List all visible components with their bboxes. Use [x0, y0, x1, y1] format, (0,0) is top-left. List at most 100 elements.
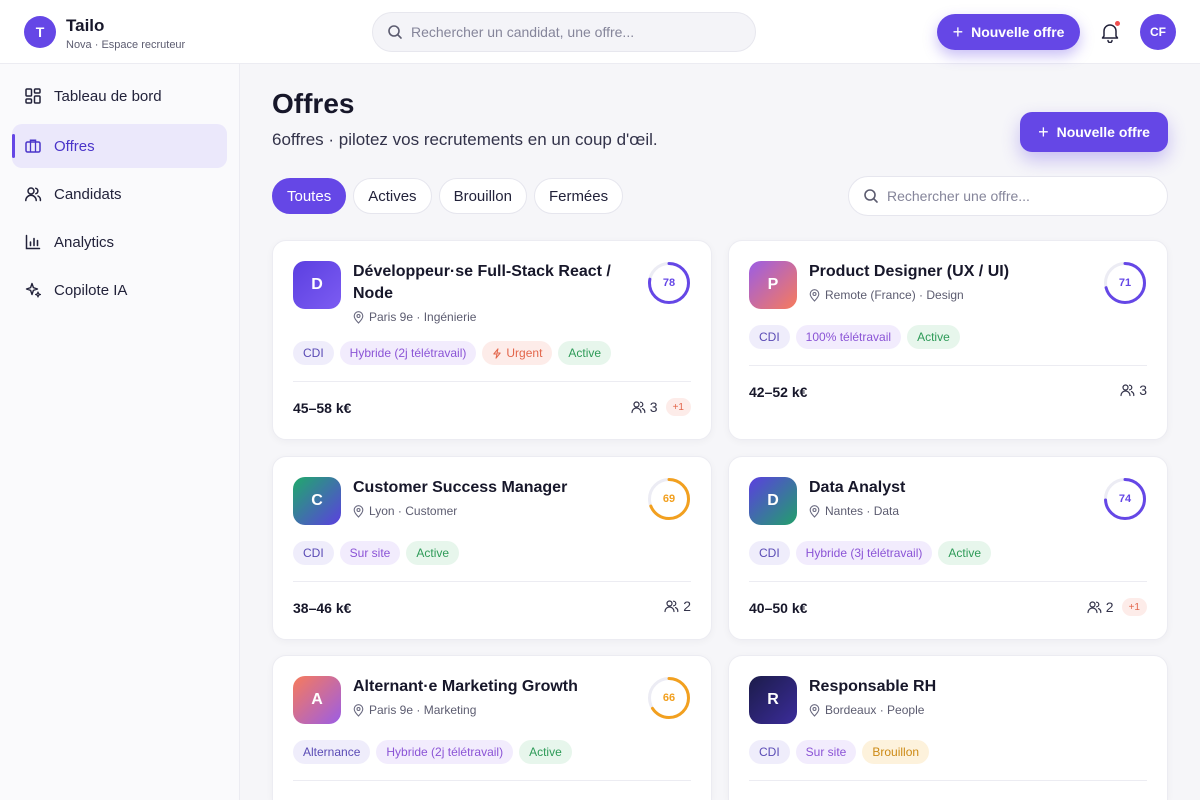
status-badge: Active: [406, 541, 460, 565]
offer-location: Nantes · Data: [809, 504, 899, 518]
urgent-tag: Urgent: [482, 341, 553, 365]
new-offer-label: Nouvelle offre: [971, 24, 1065, 40]
offer-city: Paris 9e: [369, 703, 414, 717]
work-mode-tag: Sur site: [795, 740, 857, 764]
filter-fermees[interactable]: Fermées: [533, 178, 624, 214]
status-badge: Brouillon: [862, 740, 930, 764]
score-value: 69: [662, 493, 676, 505]
dashboard-icon: [25, 88, 41, 104]
candidate-count[interactable]: 2: [664, 598, 691, 614]
page-subtitle: 6offres · pilotez vos recrutements en un…: [272, 130, 658, 149]
offer-salary: 45–58 k€: [293, 400, 352, 416]
new-offer-button-top[interactable]: + Nouvelle offre: [937, 14, 1080, 50]
candidate-number: 3: [1139, 382, 1147, 398]
offer-salary: 42–52 k€: [749, 384, 808, 400]
offer-title[interactable]: Customer Success Manager: [353, 477, 628, 499]
location-pin-icon: [809, 504, 820, 518]
offer-card[interactable]: D Développeur·se Full-Stack React / Node…: [272, 240, 712, 440]
score-value: 71: [1118, 277, 1132, 289]
user-avatar[interactable]: CF: [1140, 14, 1176, 50]
score-value: 74: [1118, 493, 1132, 505]
offer-department: Marketing: [423, 703, 477, 717]
offer-tags: CDI Hybride (2j télétravail) Urgent Acti…: [293, 341, 617, 365]
offer-search[interactable]: [848, 176, 1168, 216]
offer-title[interactable]: Responsable RH: [809, 676, 1084, 698]
brand-logo[interactable]: T: [24, 16, 56, 48]
offer-city: Remote (France): [825, 288, 916, 302]
offer-department: Design: [926, 288, 964, 302]
offer-city: Bordeaux: [825, 703, 877, 717]
brand-subtitle: Nova · Espace recruteur: [66, 39, 186, 51]
work-mode-tag: Sur site: [339, 541, 401, 565]
candidate-count[interactable]: 2 +1: [1087, 598, 1147, 616]
contract-tag: CDI: [293, 541, 334, 565]
sidebar-item-label: Tableau de bord: [54, 87, 162, 105]
brand-name: Tailo: [66, 16, 105, 35]
candidate-number: 3: [649, 399, 658, 415]
filter-brouillon[interactable]: Brouillon: [438, 178, 527, 214]
card-divider: [293, 780, 691, 781]
offer-card[interactable]: A Alternant·e Marketing Growth Paris 9e …: [272, 655, 712, 800]
sidebar-item-candidats[interactable]: Candidats: [12, 172, 227, 216]
offer-title[interactable]: Alternant·e Marketing Growth: [353, 676, 628, 698]
offer-card[interactable]: D Data Analyst Nantes · Data 74 CDI Hybr…: [728, 456, 1168, 640]
sidebar-item-offres[interactable]: Offres: [12, 124, 227, 168]
users-icon: [25, 187, 42, 202]
sidebar-item-label: Copilote IA: [54, 281, 128, 299]
sidebar-item-analytics[interactable]: Analytics: [12, 220, 227, 264]
offer-tags: CDI Sur site Brouillon: [749, 740, 935, 764]
urgent-label: Urgent: [506, 346, 543, 360]
page-title: Offres: [272, 88, 355, 119]
offer-city: Nantes: [825, 504, 864, 518]
search-icon: [388, 25, 402, 39]
offer-salary: 38–46 k€: [293, 600, 352, 616]
offer-title[interactable]: Développeur·se Full-Stack React / Node: [353, 261, 628, 305]
location-pin-icon: [353, 703, 364, 717]
offer-salary: 40–50 k€: [749, 600, 808, 616]
work-mode-tag: Hybride (3j télétravail): [795, 541, 933, 565]
offer-department: People: [887, 703, 925, 717]
users-icon: [1087, 601, 1102, 614]
new-offer-label: Nouvelle offre: [1056, 124, 1150, 140]
offer-location: Lyon · Customer: [353, 504, 457, 518]
status-badge: Active: [907, 325, 960, 349]
offer-avatar: R: [749, 676, 797, 724]
plus-icon: +: [952, 22, 964, 42]
offer-department: Ingénierie: [423, 310, 477, 324]
sidebar-item-dashboard[interactable]: Tableau de bord: [12, 74, 227, 118]
filter-tabs: Toutes Actives Brouillon Fermées: [272, 178, 630, 214]
filter-actives[interactable]: Actives: [353, 178, 432, 214]
global-search-input[interactable]: [411, 24, 731, 40]
offer-card[interactable]: P Product Designer (UX / UI) Remote (Fra…: [728, 240, 1168, 440]
contract-tag: CDI: [749, 740, 790, 764]
candidate-number: 2: [683, 598, 691, 614]
bar-chart-icon: [25, 234, 41, 250]
offer-card[interactable]: C Customer Success Manager Lyon · Custom…: [272, 456, 712, 640]
offer-location: Paris 9e · Ingénierie: [353, 310, 476, 324]
search-icon: [864, 189, 878, 203]
candidate-count[interactable]: 3: [1120, 382, 1147, 398]
sidebar-item-label: Candidats: [54, 185, 122, 203]
location-pin-icon: [353, 504, 364, 518]
new-offer-button[interactable]: + Nouvelle offre: [1020, 112, 1168, 152]
offer-card[interactable]: R Responsable RH Bordeaux · People CDI S…: [728, 655, 1168, 800]
candidate-count[interactable]: 3 +1: [631, 398, 691, 416]
new-candidates-badge: +1: [665, 398, 691, 416]
offer-title[interactable]: Data Analyst: [809, 477, 1084, 499]
sparkles-icon: [25, 282, 42, 298]
score-value: 78: [662, 277, 676, 289]
filter-toutes[interactable]: Toutes: [272, 178, 347, 214]
plus-icon: +: [1038, 122, 1049, 142]
users-icon: [631, 401, 646, 414]
offer-search-input[interactable]: [887, 188, 1147, 204]
offer-tags: CDI Hybride (3j télétravail) Active: [749, 541, 997, 565]
contract-tag: CDI: [749, 541, 790, 565]
offer-city: Paris 9e: [369, 310, 414, 324]
offer-title[interactable]: Product Designer (UX / UI): [809, 261, 1084, 283]
status-badge: Active: [938, 541, 992, 565]
offer-avatar: C: [293, 477, 341, 525]
card-divider: [749, 365, 1147, 366]
sidebar-item-copilote[interactable]: Copilote IA: [12, 268, 227, 312]
location-pin-icon: [353, 310, 364, 324]
global-search[interactable]: [372, 12, 756, 52]
